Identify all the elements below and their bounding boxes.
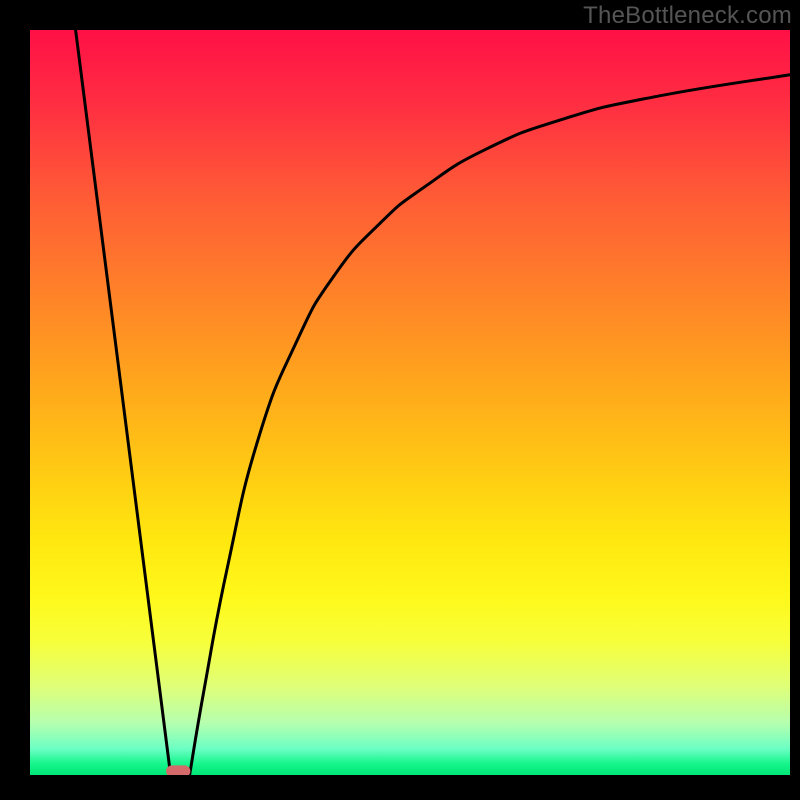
- chart-frame: TheBottleneck.com: [0, 0, 800, 800]
- curve-right-branch: [190, 75, 790, 775]
- chart-svg: [30, 30, 790, 775]
- plot-area: [30, 30, 790, 775]
- trough-marker: [166, 765, 190, 775]
- watermark-text: TheBottleneck.com: [583, 2, 792, 30]
- curve-left-branch: [76, 30, 171, 775]
